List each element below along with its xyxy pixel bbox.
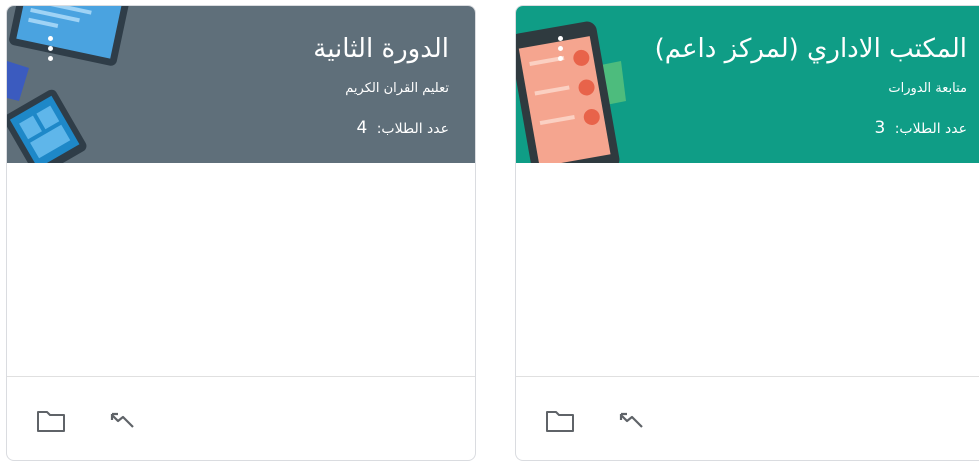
class-card[interactable]: المكتب الاداري (لمركز داعم) متابعة الدور… — [515, 5, 979, 461]
students-count: عدد الطلاب: 4 — [356, 118, 449, 139]
students-label: عدد الطلاب: — [376, 121, 449, 137]
class-card-header[interactable]: الدورة الثانية تعليم القران الكريم عدد ا… — [7, 6, 475, 163]
class-subtitle: تعليم القران الكريم — [345, 81, 449, 96]
trending-icon[interactable] — [616, 405, 648, 437]
phone-illustration — [516, 21, 626, 163]
tablet-illustration — [7, 6, 131, 163]
trending-icon[interactable] — [107, 405, 139, 437]
folder-icon[interactable] — [35, 405, 67, 437]
students-label: عدد الطلاب: — [894, 121, 967, 137]
class-title[interactable]: الدورة الثانية — [313, 32, 449, 66]
students-number: 3 — [874, 118, 886, 138]
class-subtitle: متابعة الدورات — [888, 81, 967, 96]
more-vert-icon[interactable] — [44, 36, 56, 66]
class-title[interactable]: المكتب الاداري (لمركز داعم) — [655, 32, 967, 66]
class-card-footer — [7, 376, 475, 460]
class-card[interactable]: الدورة الثانية تعليم القران الكريم عدد ا… — [6, 5, 476, 461]
folder-icon[interactable] — [544, 405, 576, 437]
students-count: عدد الطلاب: 3 — [874, 118, 967, 139]
class-card-footer — [516, 376, 979, 460]
class-card-header[interactable]: المكتب الاداري (لمركز داعم) متابعة الدور… — [516, 6, 979, 163]
more-vert-icon[interactable] — [554, 36, 566, 66]
students-number: 4 — [356, 118, 368, 138]
